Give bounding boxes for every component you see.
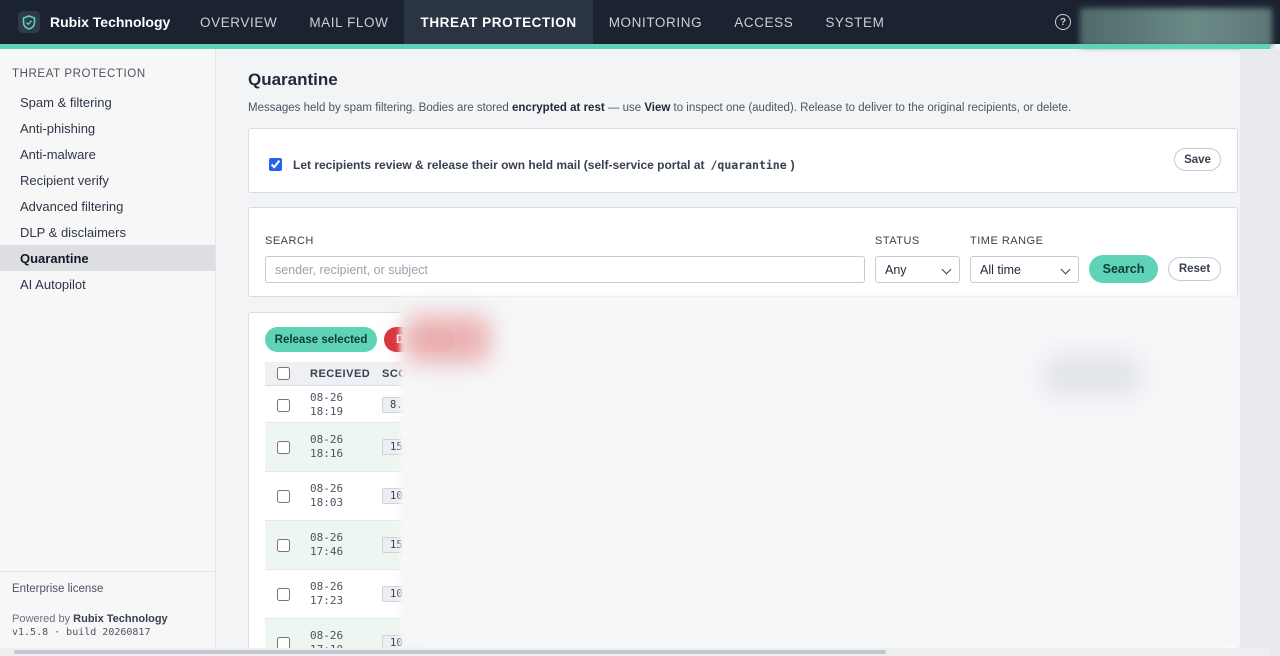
edge-shade xyxy=(1240,49,1270,649)
horizontal-scrollbar[interactable] xyxy=(0,648,1270,656)
sidebar-list: Spam & filtering Anti-phishing Anti-malw… xyxy=(0,89,215,297)
release-selected-button[interactable]: Release selected xyxy=(265,327,377,352)
row-checkbox[interactable] xyxy=(277,588,290,601)
nav-threat-protection[interactable]: THREAT PROTECTION xyxy=(404,0,593,44)
page-title: Quarantine xyxy=(248,70,338,89)
help-icon[interactable]: ? xyxy=(1055,14,1071,30)
row-received: 08-26 18:03 xyxy=(310,482,344,509)
sidebar-item-spam-filtering[interactable]: Spam & filtering xyxy=(0,89,215,115)
powered-by: Powered by Rubix Technology xyxy=(12,613,203,625)
sidebar-item-advanced-filtering[interactable]: Advanced filtering xyxy=(0,193,215,219)
page-description: Messages held by spam filtering. Bodies … xyxy=(248,102,1071,114)
desc-bold-view: View xyxy=(644,102,671,114)
powered-name: Rubix Technology xyxy=(73,613,168,625)
brand[interactable]: Rubix Technology xyxy=(0,0,184,44)
sidebar-item-anti-phishing[interactable]: Anti-phishing xyxy=(0,115,215,141)
sidebar-item-anti-malware[interactable]: Anti-malware xyxy=(0,141,215,167)
row-checkbox[interactable] xyxy=(277,490,290,503)
reset-button[interactable]: Reset xyxy=(1168,257,1221,281)
time-range-value: All time xyxy=(980,262,1021,277)
time-range-label: TIME RANGE xyxy=(970,235,1044,247)
sidebar-item-ai-autopilot[interactable]: AI Autopilot xyxy=(0,271,215,297)
search-button[interactable]: Search xyxy=(1089,255,1158,283)
search-card: SEARCH STATUS Any TIME RANGE All time Se… xyxy=(248,207,1238,297)
chevron-down-icon xyxy=(1060,264,1071,275)
row-checkbox[interactable] xyxy=(277,441,290,454)
row-checkbox[interactable] xyxy=(277,539,290,552)
row-checkbox[interactable] xyxy=(277,399,290,412)
search-label: SEARCH xyxy=(265,235,314,247)
user-menu[interactable] xyxy=(1080,8,1272,47)
row-received: 08-26 18:19 xyxy=(310,391,344,418)
obscured-region xyxy=(400,295,1270,648)
row-received: 08-26 18:16 xyxy=(310,433,344,460)
shield-icon xyxy=(18,11,40,33)
select-all-checkbox[interactable] xyxy=(277,367,290,380)
desc-bold-encrypted: encrypted at rest xyxy=(512,102,605,114)
nav-access[interactable]: ACCESS xyxy=(718,0,809,44)
status-label: STATUS xyxy=(875,235,920,247)
self-service-path: /quarantine xyxy=(710,158,787,172)
license-label: Enterprise license xyxy=(12,583,104,595)
nav-mail-flow[interactable]: MAIL FLOW xyxy=(293,0,404,44)
desc-part-3: to inspect one (audited). Release to del… xyxy=(670,102,1072,114)
chevron-down-icon xyxy=(941,264,952,275)
self-service-card: Let recipients review & release their ow… xyxy=(248,128,1238,193)
desc-part-2: — use xyxy=(604,102,645,114)
horizontal-scroll-thumb[interactable] xyxy=(14,650,886,654)
row-received: 08-26 17:46 xyxy=(310,531,344,558)
sidebar-item-dlp-disclaimers[interactable]: DLP & disclaimers xyxy=(0,219,215,245)
row-received: 08-26 17:23 xyxy=(310,580,344,607)
brand-name: Rubix Technology xyxy=(50,14,171,30)
self-service-label: Let recipients review & release their ow… xyxy=(293,158,795,172)
self-service-text: Let recipients review & release their ow… xyxy=(293,158,705,172)
sidebar-item-recipient-verify[interactable]: Recipient verify xyxy=(0,167,215,193)
nav-monitoring[interactable]: MONITORING xyxy=(593,0,719,44)
sidebar-item-quarantine[interactable]: Quarantine xyxy=(0,245,215,271)
status-value: Any xyxy=(885,262,907,277)
sidebar-footer: Enterprise license Powered by Rubix Tech… xyxy=(0,571,215,638)
sidebar: THREAT PROTECTION Spam & filtering Anti-… xyxy=(0,49,216,656)
desc-part-1: Messages held by spam filtering. Bodies … xyxy=(248,102,512,114)
blurred-header xyxy=(1045,355,1140,395)
nav-overview[interactable]: OVERVIEW xyxy=(184,0,293,44)
time-range-select[interactable]: All time xyxy=(970,256,1079,283)
main-nav: OVERVIEW MAIL FLOW THREAT PROTECTION MON… xyxy=(184,0,900,44)
version-label: v1.5.8 · build 20260817 xyxy=(12,627,151,638)
blurred-button xyxy=(405,315,490,363)
powered-prefix: Powered by xyxy=(12,613,71,625)
self-service-close-paren: ) xyxy=(790,158,795,172)
sidebar-heading: THREAT PROTECTION xyxy=(12,68,146,80)
save-button[interactable]: Save xyxy=(1174,148,1221,171)
search-input[interactable] xyxy=(265,256,865,283)
self-service-checkbox[interactable] xyxy=(269,158,282,171)
vertical-scrollbar[interactable] xyxy=(1270,49,1280,656)
nav-system[interactable]: SYSTEM xyxy=(809,0,900,44)
status-select[interactable]: Any xyxy=(875,256,960,283)
column-received[interactable]: RECEIVED xyxy=(310,368,370,380)
